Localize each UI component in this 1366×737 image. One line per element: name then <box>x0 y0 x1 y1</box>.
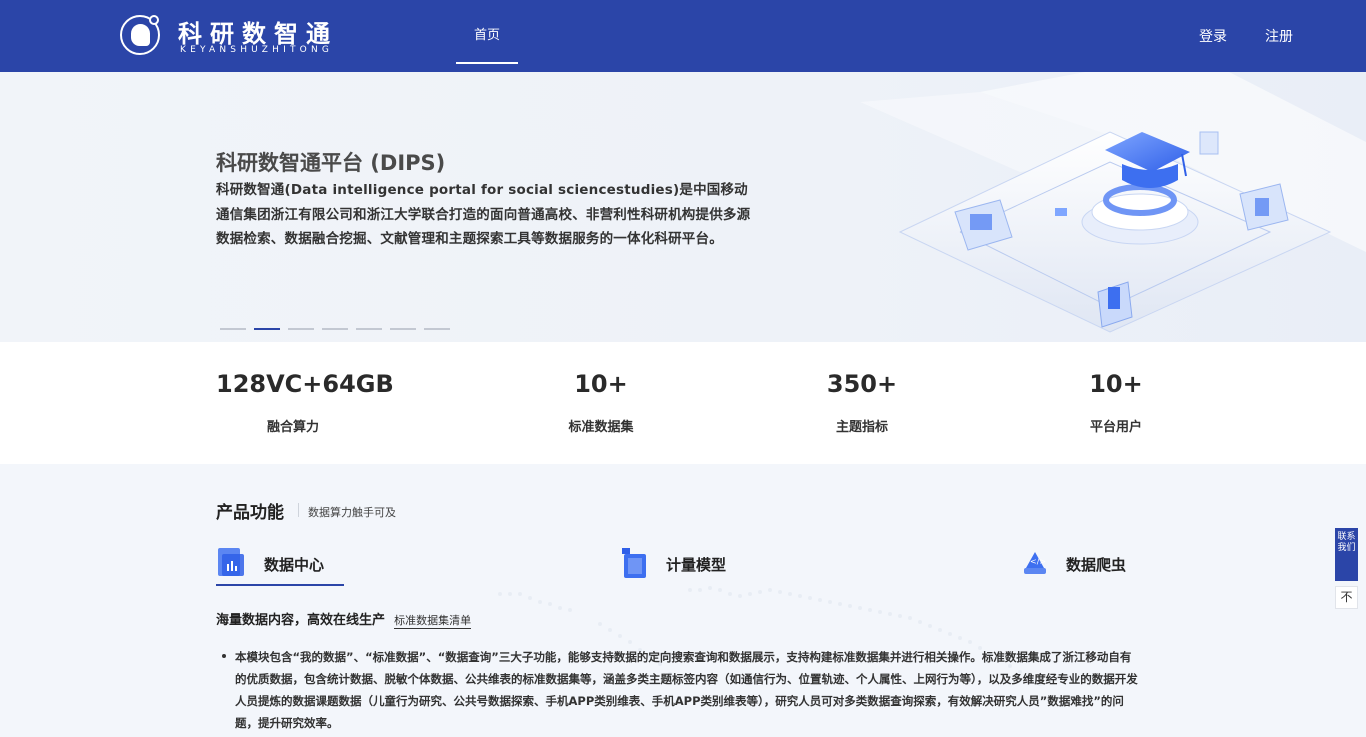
tab-data-center[interactable]: 数据中心 <box>216 542 344 586</box>
dataset-list-link[interactable]: 标准数据集清单 <box>394 614 472 629</box>
hero-banner: 科研数智通平台 (DIPS) 科研数智通(Data intelligence p… <box>0 72 1366 342</box>
stat-value: 10+ <box>574 370 628 398</box>
contact-us-button[interactable]: 联系我们 <box>1335 528 1358 581</box>
login-link[interactable]: 登录 <box>1199 26 1227 46</box>
carousel-indicator[interactable] <box>322 328 348 330</box>
stat-label: 平台用户 <box>1089 420 1142 435</box>
carousel-indicator[interactable] <box>254 328 280 330</box>
feature-subheading: 海量数据内容，高效在线生产 <box>216 613 386 628</box>
stat-value: 128VC+64GB <box>216 370 394 398</box>
stat-item: 10+ 标准数据集 <box>551 370 651 435</box>
tab-label: 数据中心 <box>264 556 325 574</box>
section-title: 产品功能 <box>216 503 284 523</box>
stat-label: 主题指标 <box>835 420 888 435</box>
feature-description: 本模块包含“我的数据”、“标准数据”、“数据查询”三大子功能，能够支持数据的定向… <box>222 646 1142 734</box>
stat-value: 350+ <box>826 370 898 398</box>
logo-dot-shape <box>149 15 159 25</box>
carousel-indicator[interactable] <box>424 328 450 330</box>
logo-title[interactable]: 科研数智通 <box>178 14 338 49</box>
stat-item: 128VC+64GB 融合算力 <box>216 370 394 435</box>
svg-text:</>: </> <box>1030 557 1046 566</box>
logo-icon[interactable] <box>120 15 160 55</box>
carousel-indicators <box>220 328 450 330</box>
feature-description-text: 本模块包含“我的数据”、“标准数据”、“数据查询”三大子功能，能够支持数据的定向… <box>235 650 1138 730</box>
hero-illustration <box>860 72 1366 333</box>
tab-label: 数据爬虫 <box>1066 556 1127 574</box>
feature-subheading-row: 海量数据内容，高效在线生产 标准数据集清单 <box>216 609 472 629</box>
stat-label: 融合算力 <box>266 420 319 435</box>
data-center-icon <box>218 548 244 576</box>
section-divider <box>298 503 299 517</box>
model-icon <box>622 548 646 578</box>
register-link[interactable]: 注册 <box>1265 26 1293 46</box>
carousel-indicator[interactable] <box>356 328 382 330</box>
section-subtitle: 数据算力触手可及 <box>308 506 396 519</box>
top-header: 科研数智通 KEYANSHUZHITONG 首页 登录 注册 <box>0 0 1366 72</box>
hero-description: 科研数智通(Data intelligence portal for socia… <box>216 182 751 247</box>
carousel-indicator[interactable] <box>390 328 416 330</box>
tab-label: 计量模型 <box>666 556 727 574</box>
logo-head-shape <box>131 24 150 46</box>
hero-title: 科研数智通平台 (DIPS) <box>216 151 446 175</box>
nav-home[interactable]: 首页 <box>456 0 518 64</box>
back-to-top-button[interactable]: 不 <box>1335 586 1358 609</box>
carousel-indicator[interactable] <box>220 328 246 330</box>
tab-crawler[interactable]: </> 数据爬虫 <box>1020 542 1150 586</box>
carousel-indicator[interactable] <box>288 328 314 330</box>
stat-label: 标准数据集 <box>568 420 634 435</box>
bullet-dot <box>222 654 226 658</box>
product-features-section: 产品功能 数据算力触手可及 数据中心 计量模型 </> 数据爬虫 海量数据内容，… <box>0 464 1366 737</box>
stats-bar: 128VC+64GB 融合算力 10+ 标准数据集 350+ 主题指标 10+ … <box>0 342 1366 464</box>
stat-item: 10+ 平台用户 <box>1066 370 1166 435</box>
crawler-icon: </> <box>1024 552 1046 574</box>
stat-value: 10+ <box>1089 370 1143 398</box>
logo-subtitle: KEYANSHUZHITONG <box>180 45 334 55</box>
stat-item: 350+ 主题指标 <box>812 370 912 435</box>
tab-model[interactable]: 计量模型 <box>620 542 750 586</box>
